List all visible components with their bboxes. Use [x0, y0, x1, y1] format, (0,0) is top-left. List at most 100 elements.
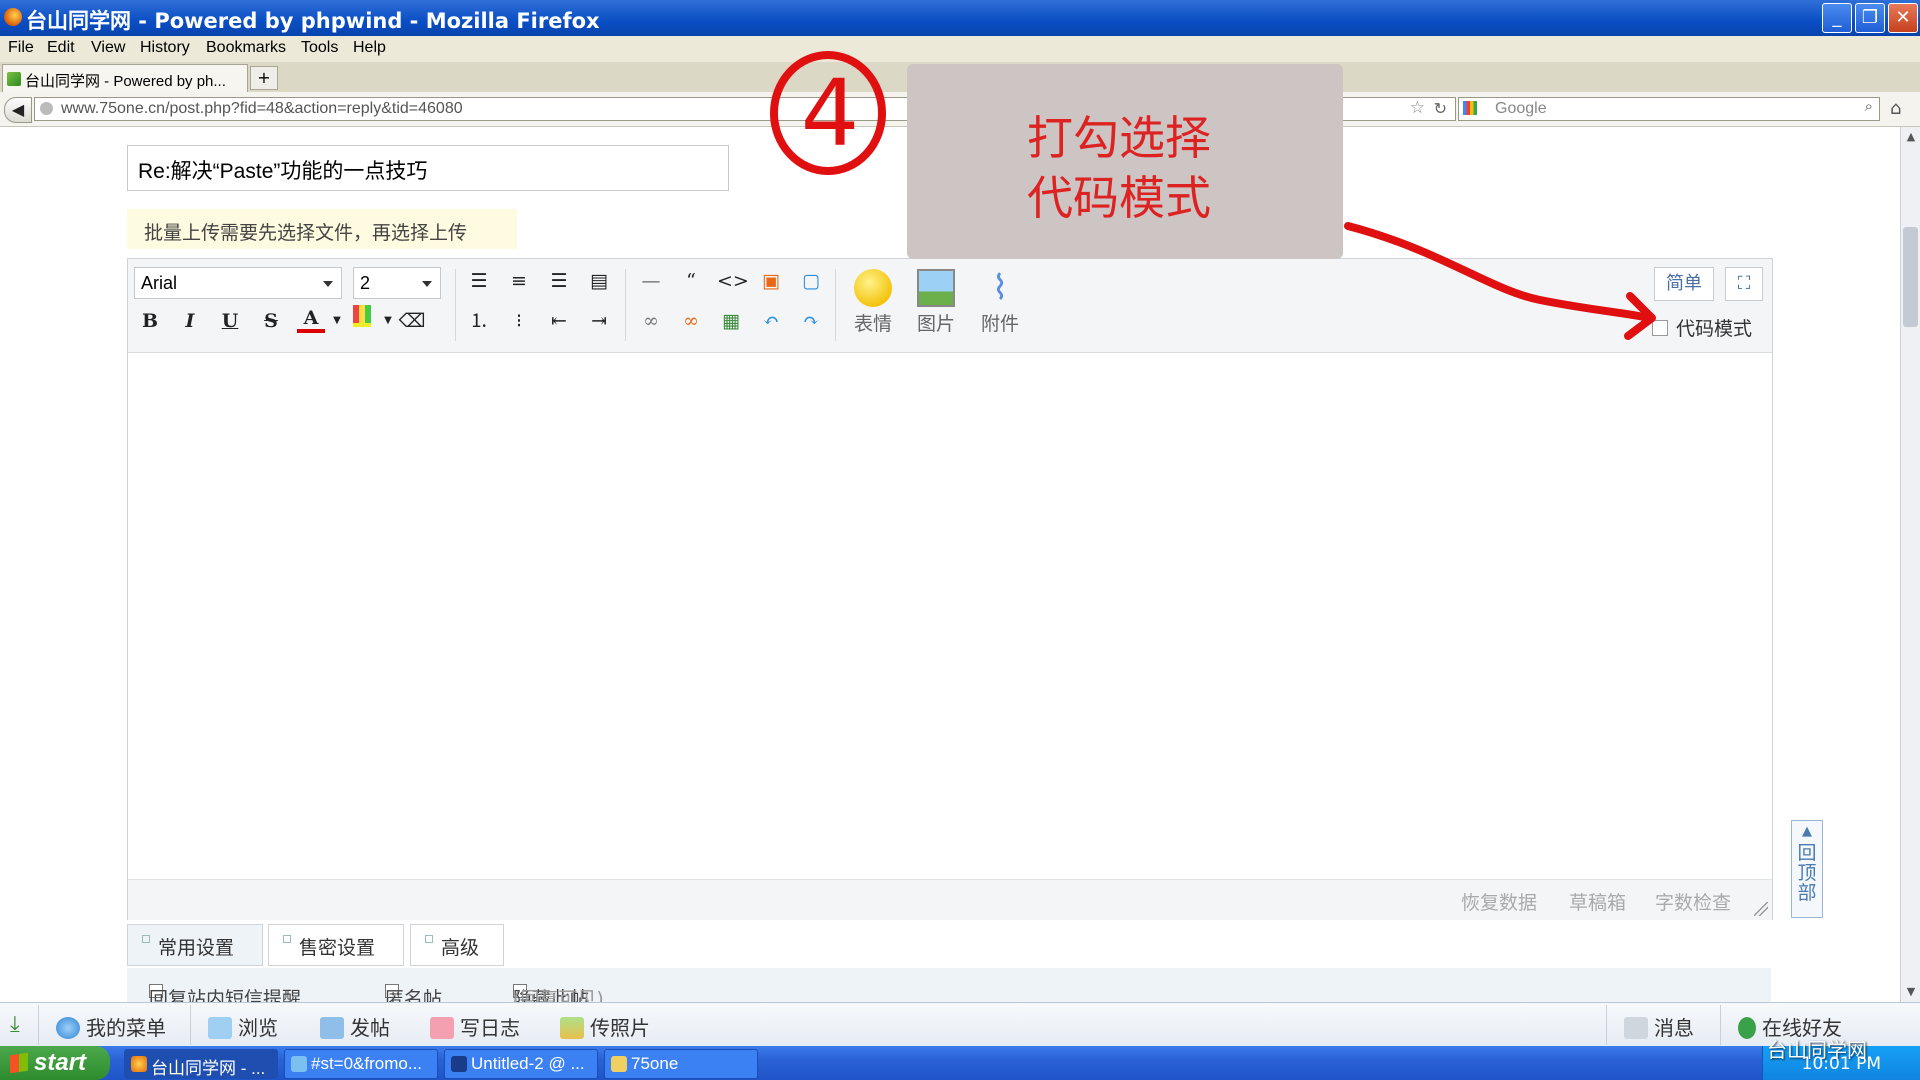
link-icon[interactable]: ∞ — [637, 307, 665, 335]
upload-photo-button[interactable]: 传照片 — [560, 1012, 650, 1041]
browse-button[interactable]: 浏览 — [208, 1012, 278, 1041]
close-button[interactable]: ✕ — [1888, 3, 1918, 33]
quote-icon[interactable]: “ — [677, 267, 705, 295]
unordered-list-icon[interactable]: ⁝ — [505, 307, 533, 335]
code-mode-checkbox[interactable] — [1652, 320, 1668, 336]
menu-file[interactable]: File — [8, 39, 34, 57]
simple-mode-button[interactable]: 简单 — [1654, 267, 1714, 301]
menu-help[interactable]: Help — [353, 39, 386, 57]
unlink-icon[interactable]: ∞ — [677, 307, 705, 335]
my-menu-button[interactable]: 我的菜单 — [56, 1012, 166, 1041]
drafts-link[interactable]: 草稿箱 — [1569, 888, 1626, 915]
option-note: (回复可见) — [513, 988, 604, 1002]
tab-common-settings[interactable]: 常用设置 — [127, 924, 263, 966]
taskbar-item-photoshop[interactable]: Untitled-2 @ ... — [444, 1049, 598, 1079]
justify-icon[interactable]: ▤ — [585, 267, 613, 295]
minimize-button[interactable]: _ — [1822, 3, 1852, 33]
reload-icon[interactable]: ↻ — [1434, 99, 1447, 119]
eraser-icon[interactable]: ⌫ — [398, 307, 426, 335]
divider — [38, 1005, 39, 1045]
code-icon[interactable]: <> — [717, 267, 749, 295]
fullscreen-icon[interactable]: ⛶ — [1725, 267, 1763, 301]
browse-icon — [208, 1017, 232, 1039]
hidden-content-icon[interactable]: ▢ — [797, 267, 825, 295]
ordered-list-icon[interactable]: ⒈ — [465, 307, 493, 335]
image-icon — [917, 269, 955, 307]
align-left-icon[interactable]: ☰ — [465, 267, 493, 295]
upload-tip: 批量上传需要先选择文件，再选择上传 — [127, 209, 517, 249]
word-count-link[interactable]: 字数检查 — [1655, 888, 1731, 915]
italic-icon[interactable]: I — [176, 307, 204, 335]
write-diary-button[interactable]: 写日志 — [430, 1012, 520, 1041]
scroll-up-icon[interactable]: ▲ — [1903, 129, 1919, 145]
bold-icon[interactable]: B — [136, 307, 164, 335]
font-color-icon[interactable]: A — [297, 305, 325, 333]
taskbar-item-ie[interactable]: #st=0&fromo... — [284, 1049, 438, 1079]
sell-content-icon[interactable]: ▣ — [757, 267, 785, 295]
google-icon[interactable] — [1463, 101, 1477, 115]
horizontal-rule-icon[interactable]: — — [637, 267, 665, 295]
font-color-dropdown-icon[interactable]: ▼ — [323, 307, 351, 335]
menu-tools[interactable]: Tools — [301, 39, 338, 57]
highlight-color-icon[interactable] — [348, 305, 376, 333]
messages-button[interactable]: 消息 — [1624, 1012, 1694, 1041]
taskbar-item-firefox[interactable]: 台山同学网 - ... — [124, 1049, 278, 1079]
new-tab-button[interactable]: + — [250, 66, 278, 90]
download-icon[interactable]: ⤓ — [10, 1012, 20, 1037]
vertical-scrollbar[interactable]: ▲ ▼ — [1900, 127, 1920, 1002]
underline-icon[interactable]: U — [216, 307, 244, 335]
restore-button[interactable]: ❐ — [1855, 3, 1885, 33]
search-placeholder: Google — [1495, 100, 1547, 117]
subject-text: Re:解决“Paste”功能的一点技巧 — [138, 160, 428, 183]
menu-history[interactable]: History — [140, 39, 190, 57]
strikethrough-icon[interactable]: S — [257, 307, 285, 335]
windows-logo-icon — [10, 1052, 28, 1074]
redo-icon[interactable]: ↷ — [797, 307, 825, 335]
callout-line-2: 代码模式 — [1027, 171, 1211, 225]
tab-label: 常用设置 — [158, 937, 235, 959]
emoticon-button[interactable]: 表情 — [844, 269, 902, 345]
search-bar[interactable]: Google ⌕ — [1458, 97, 1880, 121]
subject-input[interactable]: Re:解决“Paste”功能的一点技巧 — [127, 145, 729, 191]
scroll-down-icon[interactable]: ▼ — [1903, 984, 1919, 1000]
tab-sell-settings[interactable]: 售密设置 — [268, 924, 404, 966]
undo-icon[interactable]: ↶ — [757, 307, 785, 335]
search-icon[interactable]: ⌕ — [1865, 98, 1873, 115]
back-button[interactable]: ◀ — [4, 97, 32, 123]
align-center-icon[interactable]: ≡ — [505, 267, 533, 295]
taskbar-item-folder[interactable]: 75one — [604, 1049, 758, 1079]
home-icon[interactable]: ⌂ — [1890, 98, 1901, 119]
start-button[interactable]: start — [0, 1046, 110, 1080]
menu-view[interactable]: View — [91, 39, 125, 57]
photo-label: 传照片 — [590, 1016, 650, 1040]
tab-advanced[interactable]: 高级 — [410, 924, 504, 966]
table-icon[interactable]: ▦ — [717, 307, 745, 335]
start-label: start — [34, 1049, 87, 1076]
messages-label: 消息 — [1654, 1016, 1694, 1040]
font-family-select[interactable]: Arial — [134, 267, 342, 299]
annotation-callout: 打勾选择 代码模式 — [907, 64, 1343, 259]
code-mode-toggle[interactable]: 代码模式 — [1652, 314, 1752, 341]
callout-line-1: 打勾选择 — [1027, 111, 1211, 165]
site-identity-icon[interactable] — [40, 102, 53, 115]
attachment-button[interactable]: ⌇ 附件 — [971, 269, 1029, 345]
indent-icon[interactable]: ⇥ — [585, 307, 613, 335]
menu-bookmarks[interactable]: Bookmarks — [206, 39, 286, 57]
outdent-icon[interactable]: ⇤ — [545, 307, 573, 335]
editor-body[interactable] — [128, 353, 1772, 879]
menu-edit[interactable]: Edit — [47, 39, 75, 57]
restore-data-link[interactable]: 恢复数据 — [1461, 888, 1537, 915]
back-to-top-button[interactable]: ▲ 回顶部 — [1791, 820, 1823, 918]
post-button[interactable]: 发帖 — [320, 1012, 390, 1041]
site-bottom-bar: ⤓ 我的菜单 浏览 发帖 写日志 传照片 消息 在线好友 — [0, 1002, 1920, 1047]
rich-text-editor: Arial 2 B I U S A ▼ ▼ ⌫ ☰ ≡ ☰ ▤ ⒈ ⁝ ⇤ ⇥ … — [127, 258, 1773, 920]
clock: 10:01 PM — [1801, 1054, 1881, 1074]
font-size-select[interactable]: 2 — [353, 267, 441, 299]
browser-tab[interactable]: 台山同学网 - Powered by ph... — [2, 64, 248, 92]
scrollbar-thumb[interactable] — [1903, 227, 1918, 327]
image-button[interactable]: 图片 — [907, 269, 965, 345]
resize-handle[interactable] — [1754, 902, 1768, 916]
bookmark-star-icon[interactable]: ☆ — [1410, 98, 1425, 118]
align-right-icon[interactable]: ☰ — [545, 267, 573, 295]
editor-toolbar: Arial 2 B I U S A ▼ ▼ ⌫ ☰ ≡ ☰ ▤ ⒈ ⁝ ⇤ ⇥ … — [128, 259, 1772, 353]
